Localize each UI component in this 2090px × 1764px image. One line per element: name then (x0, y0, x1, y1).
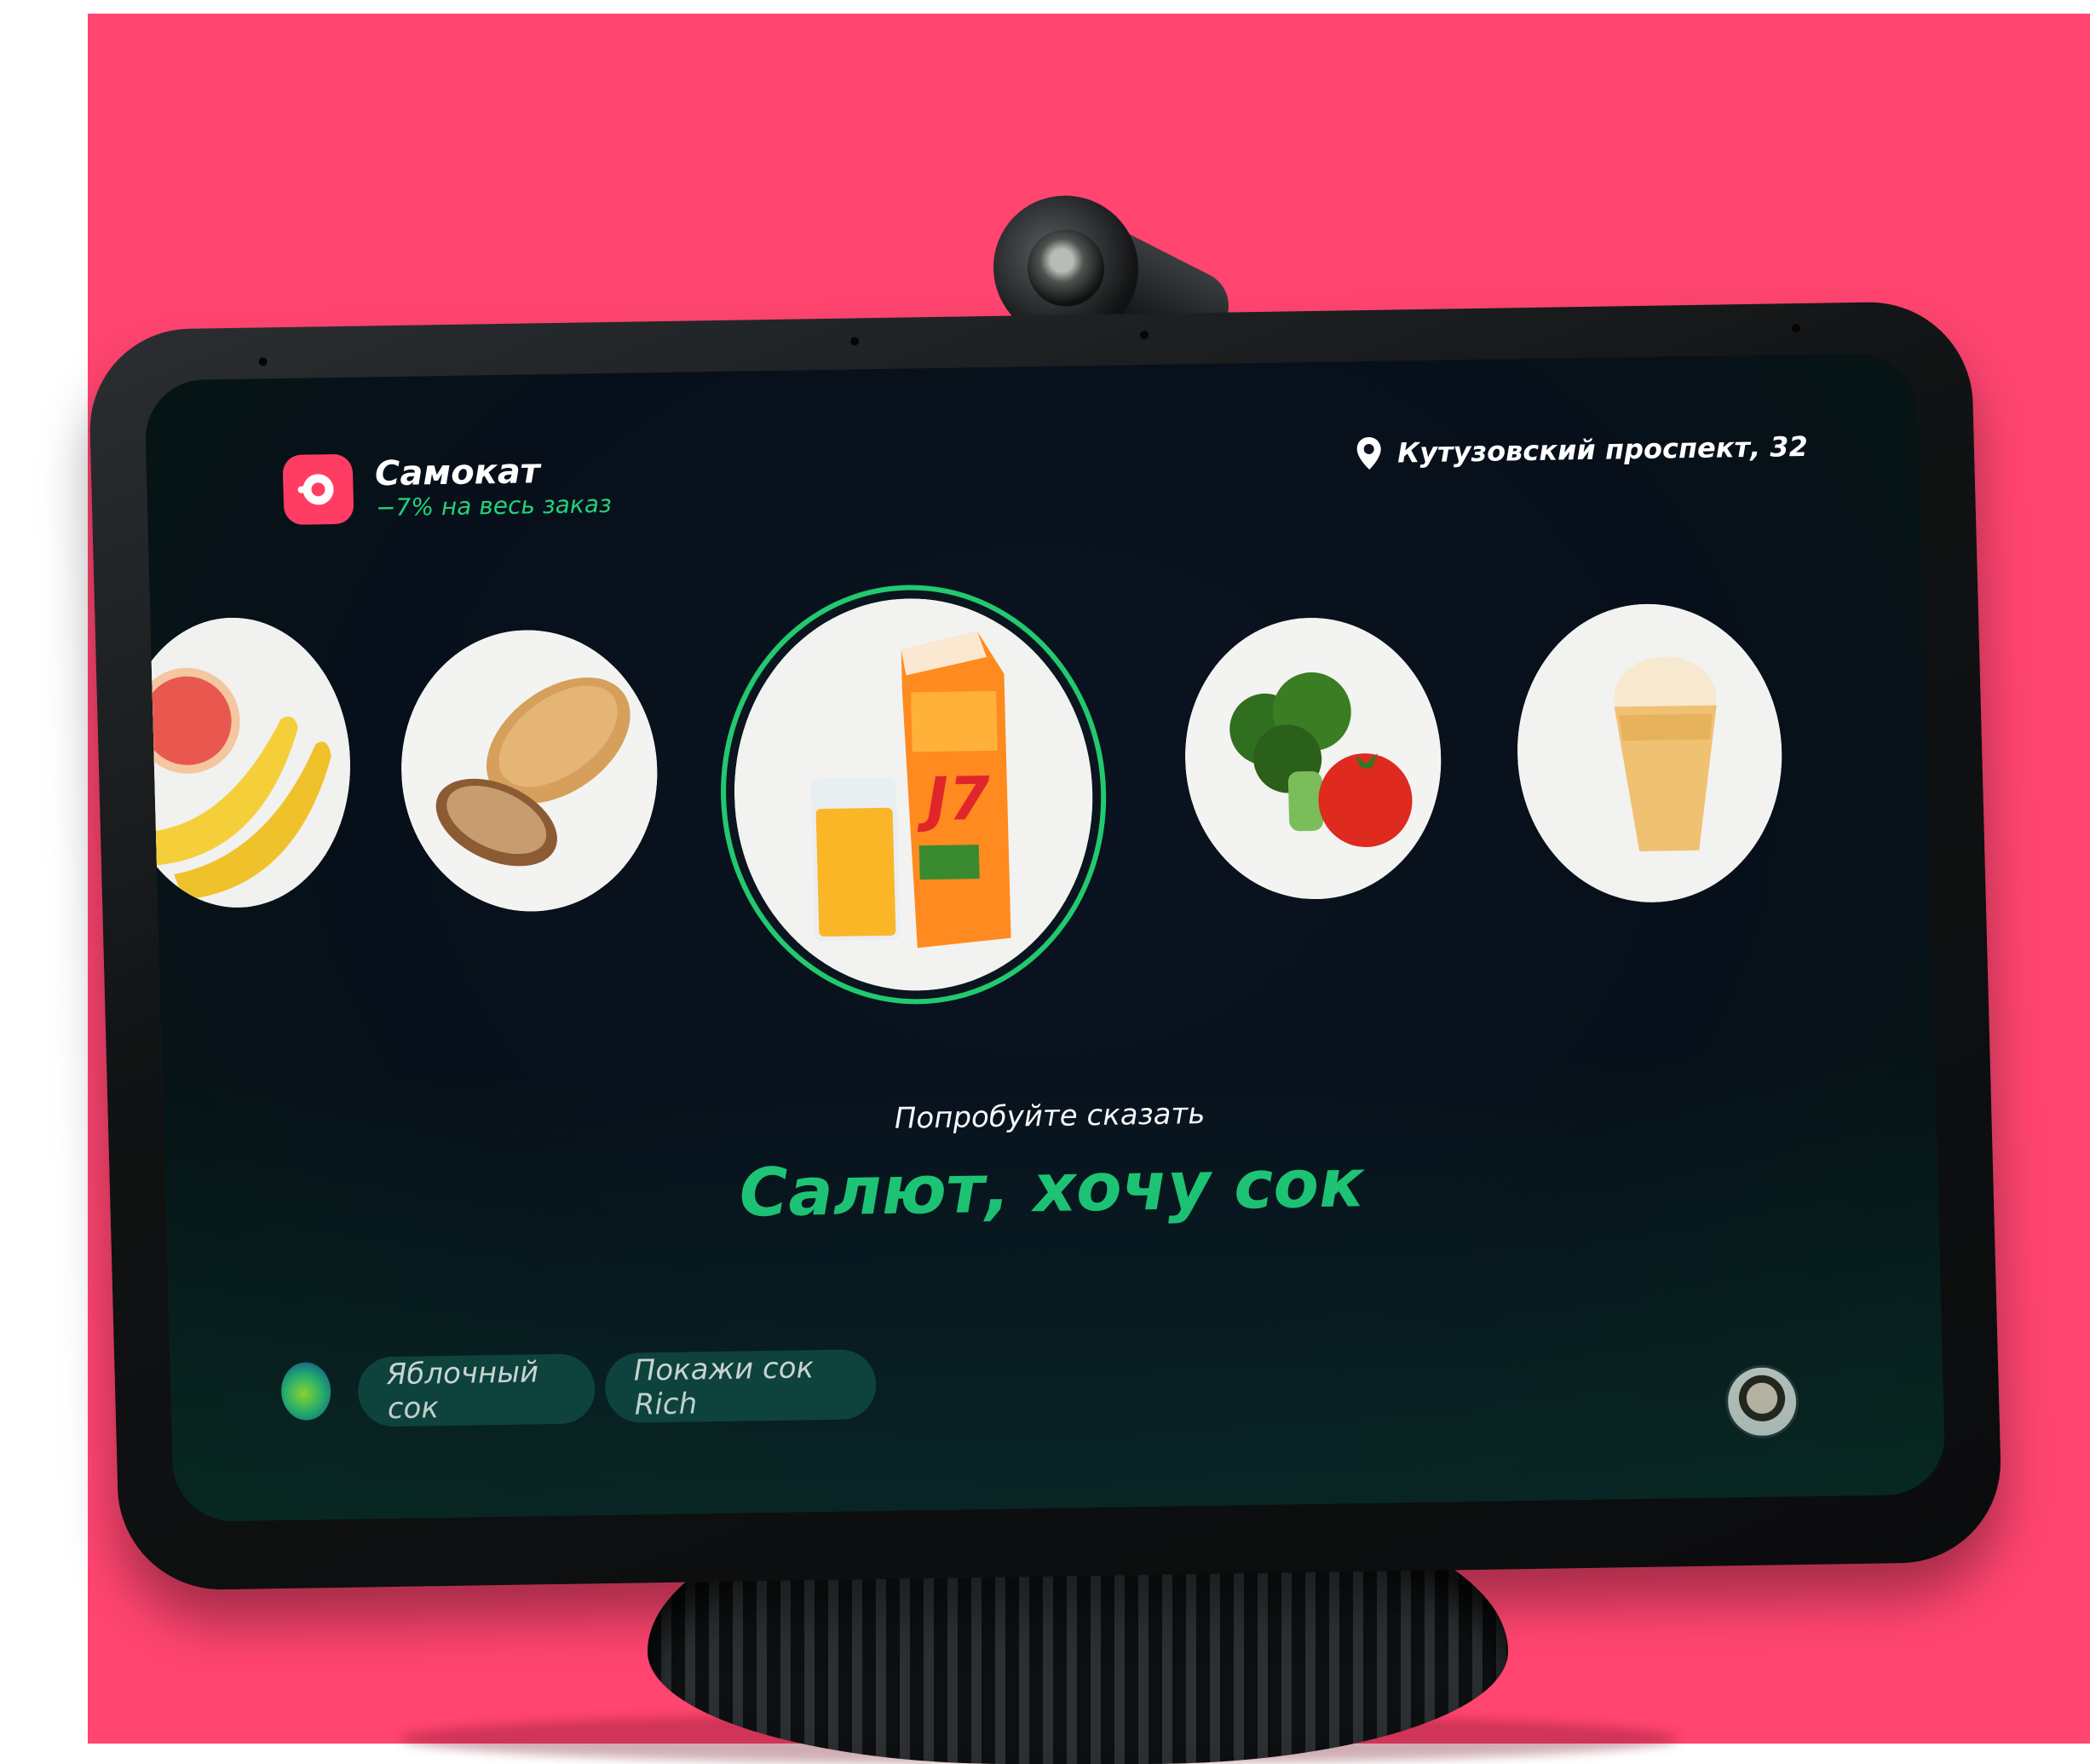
suggestion-chip-rich-juice[interactable]: Покажи сок Rich (604, 1349, 878, 1424)
bread-icon (397, 628, 661, 914)
screen: Самокат −7% на весь заказ Кутузовский пр… (144, 352, 1947, 1523)
grapefruit-banana-icon (144, 615, 354, 909)
suggestion-chip-apple-juice[interactable]: Яблочный сок (357, 1353, 596, 1427)
user-avatar[interactable] (1724, 1364, 1800, 1439)
camera-lens-icon (1026, 228, 1106, 308)
brand-promo: −7% на весь заказ (375, 489, 613, 522)
sensor-dot (850, 337, 860, 346)
location-pin-icon (1356, 436, 1381, 470)
product-ice-cream[interactable] (1513, 602, 1786, 905)
address-text: Кутузовский проспект, 32 (1396, 429, 1809, 470)
smart-display-device: Самокат −7% на весь заказ Кутузовский пр… (84, 182, 2004, 1592)
product-orange-juice[interactable]: J7 (729, 596, 1098, 994)
brand-header[interactable]: Самокат −7% на весь заказ (282, 450, 612, 525)
product-broccoli-tomato[interactable] (1181, 615, 1445, 902)
samokat-logo-icon (282, 453, 354, 525)
delivery-address[interactable]: Кутузовский проспект, 32 (1356, 429, 1809, 470)
broccoli-tomato-icon (1181, 615, 1445, 902)
ice-cream-icon (1513, 602, 1786, 905)
orange-juice-icon: J7 (729, 596, 1098, 994)
svg-text:J7: J7 (915, 764, 991, 834)
prompt-phrase: Салют, хочу сок (738, 1145, 1365, 1232)
product-bread[interactable] (397, 628, 661, 914)
assistant-orb-icon[interactable] (280, 1362, 332, 1421)
brand-text: Самокат −7% на весь заказ (374, 451, 612, 522)
brand-name: Самокат (374, 452, 541, 494)
prompt-hint: Попробуйте сказать (894, 1097, 1206, 1136)
product-grapefruit-banana[interactable] (144, 615, 354, 909)
sensor-dot (1792, 324, 1801, 333)
device-bezel: Самокат −7% на весь заказ Кутузовский пр… (87, 300, 2004, 1592)
sensor-dot (258, 357, 268, 366)
sensor-dot (1139, 331, 1149, 340)
